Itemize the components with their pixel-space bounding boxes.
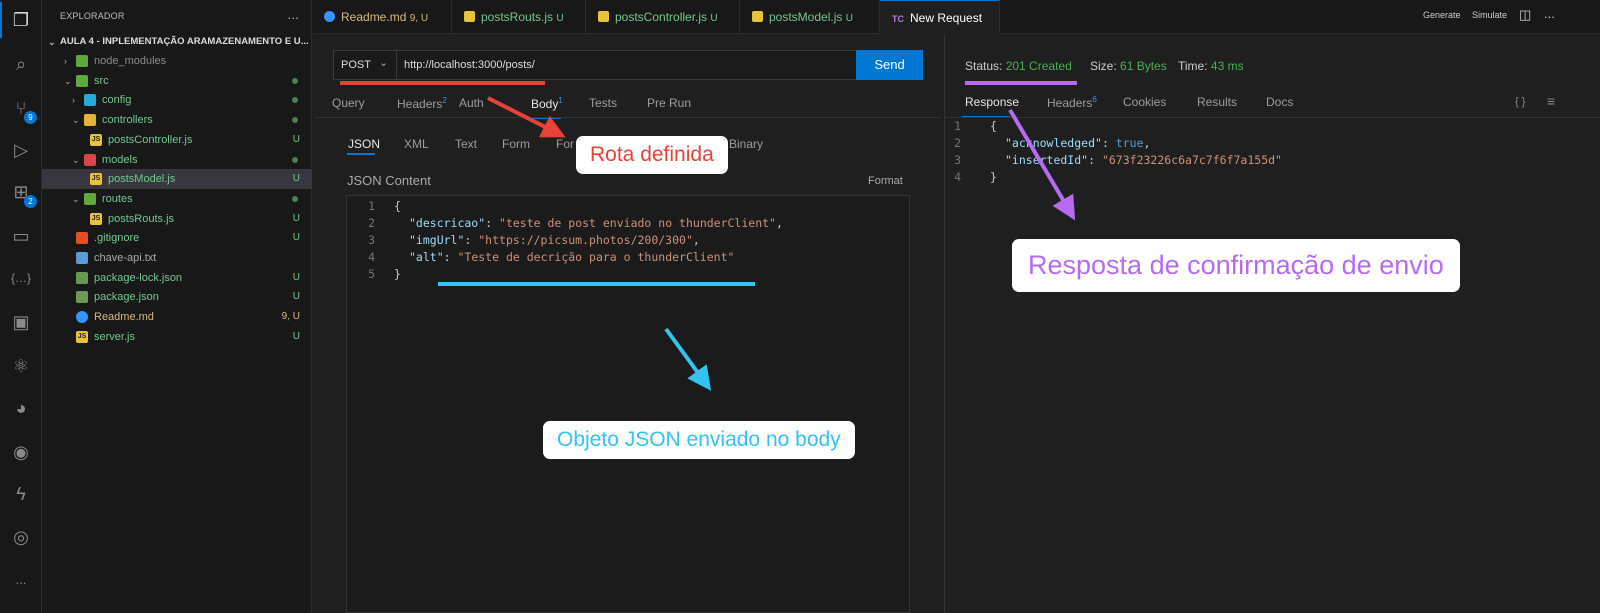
annotation-arrows	[487, 96, 1076, 391]
response-arrow	[1008, 108, 1076, 221]
route-callout: Rota definida	[576, 136, 728, 174]
response-callout: Resposta de confirmação de envio	[1012, 239, 1460, 292]
body-callout: Objeto JSON enviado no body	[543, 421, 855, 459]
body-arrow	[664, 327, 712, 391]
route-arrow	[487, 96, 566, 138]
